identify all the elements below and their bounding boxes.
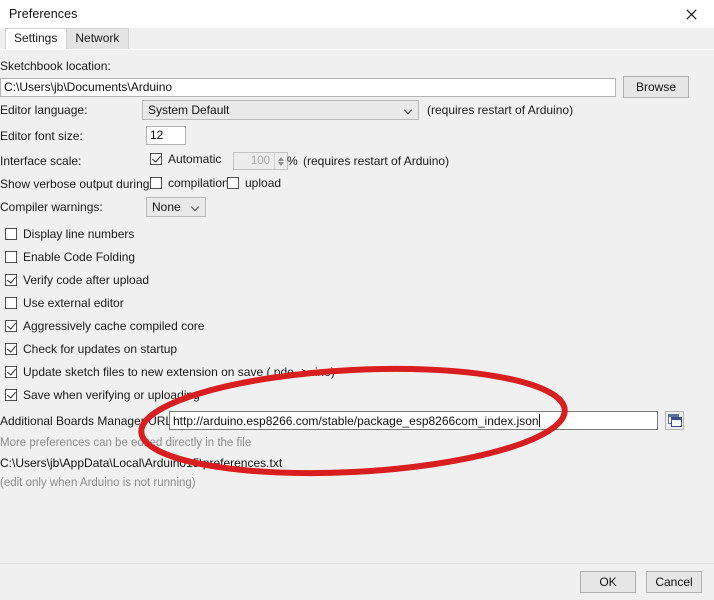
browse-button[interactable]: Browse xyxy=(623,76,689,98)
checkbox-label: Check for updates on startup xyxy=(23,342,178,356)
interface-scale-note-row: (requires restart of Arduino) xyxy=(303,154,449,168)
verbose-upload-checkbox[interactable]: upload xyxy=(227,176,281,190)
checkbox-label: Use external editor xyxy=(23,296,124,310)
interface-scale-stepper[interactable]: 100 xyxy=(233,152,288,170)
compiler-warnings-value: None xyxy=(152,200,181,214)
checkbox-icon xyxy=(5,320,17,332)
verbose-output-label-row: Show verbose output during: xyxy=(0,177,153,191)
verbose-compilation-label: compilation xyxy=(168,176,229,190)
additional-boards-label: Additional Boards Manager URLs: xyxy=(0,414,182,428)
verbose-output-label: Show verbose output during: xyxy=(0,177,153,191)
tab-settings[interactable]: Settings xyxy=(5,28,68,49)
editor-language-note-row: (requires restart of Arduino) xyxy=(427,103,573,117)
interface-scale-automatic-label: Automatic xyxy=(168,152,222,166)
checkbox-label: Aggressively cache compiled core xyxy=(23,319,205,333)
chevron-down-icon xyxy=(192,203,201,212)
window-title: Preferences xyxy=(9,7,78,21)
editor-font-size-label-row: Editor font size: xyxy=(0,129,83,143)
title-bar: Preferences xyxy=(0,0,714,28)
preferences-file-path-row: C:\Users\jb\AppData\Local\Arduino15\pref… xyxy=(0,456,282,470)
cancel-button-label: Cancel xyxy=(655,575,693,589)
checkbox-check-for-updates-on-startup[interactable]: Check for updates on startup xyxy=(5,342,177,356)
checkbox-icon xyxy=(5,297,17,309)
compiler-warnings-select[interactable]: None xyxy=(146,197,206,217)
checkbox-use-external-editor[interactable]: Use external editor xyxy=(5,296,124,310)
tab-network-label: Network xyxy=(75,31,120,45)
ok-button-label: OK xyxy=(599,575,617,589)
ok-button[interactable]: OK xyxy=(580,571,636,593)
checkbox-update-sketch-files-extension[interactable]: Update sketch files to new extension on … xyxy=(5,365,335,379)
settings-panel: Sketchbook location: Browse Editor langu… xyxy=(0,50,714,563)
more-preferences-note-row: More preferences can be edited directly … xyxy=(0,437,251,449)
tab-network[interactable]: Network xyxy=(66,28,130,49)
sketchbook-location-input[interactable] xyxy=(0,78,616,97)
checkbox-save-when-verifying-or-uploading[interactable]: Save when verifying or uploading xyxy=(5,388,200,402)
dialog-footer: OK Cancel xyxy=(0,563,714,600)
additional-boards-urls-value: http://arduino.esp8266.com/stable/packag… xyxy=(173,414,539,428)
checkbox-icon xyxy=(227,177,239,189)
tab-settings-label: Settings xyxy=(14,31,58,45)
checkbox-icon xyxy=(5,366,17,378)
checkbox-label: Save when verifying or uploading xyxy=(23,388,200,402)
editor-font-size-label: Editor font size: xyxy=(0,129,83,143)
editor-font-size-input[interactable] xyxy=(146,126,186,145)
compiler-warnings-label: Compiler warnings: xyxy=(0,200,103,214)
checkbox-label: Display line numbers xyxy=(23,227,135,241)
checkbox-verify-code-after-upload[interactable]: Verify code after upload xyxy=(5,273,149,287)
editor-language-select[interactable]: System Default xyxy=(142,100,419,120)
preferences-file-path: C:\Users\jb\AppData\Local\Arduino15\pref… xyxy=(0,456,283,470)
sketchbook-location-label-row: Sketchbook location: xyxy=(0,59,111,73)
checkbox-label: Update sketch files to new extension on … xyxy=(23,365,335,379)
editor-language-value: System Default xyxy=(148,103,230,117)
editor-language-label-row: Editor language: xyxy=(0,103,87,117)
window-expand-icon[interactable] xyxy=(665,411,684,430)
cancel-button[interactable]: Cancel xyxy=(646,571,702,593)
edit-note: (edit only when Arduino is not running) xyxy=(0,477,196,489)
interface-scale-label: Interface scale: xyxy=(0,154,82,168)
interface-scale-label-row: Interface scale: xyxy=(0,154,81,168)
interface-scale-percent-label: % xyxy=(287,154,298,168)
checkbox-icon xyxy=(5,251,17,263)
checkbox-icon xyxy=(5,343,17,355)
additional-boards-urls-input[interactable]: http://arduino.esp8266.com/stable/packag… xyxy=(169,411,658,430)
checkbox-icon xyxy=(5,228,17,240)
verbose-upload-label: upload xyxy=(245,176,282,190)
additional-boards-label-row: Additional Boards Manager URLs: xyxy=(0,414,181,428)
more-preferences-note: More preferences can be edited directly … xyxy=(0,437,252,449)
text-cursor xyxy=(538,414,540,427)
checkbox-display-line-numbers[interactable]: Display line numbers xyxy=(5,227,134,241)
browse-button-label: Browse xyxy=(635,80,676,94)
editor-language-label: Editor language: xyxy=(0,103,88,117)
interface-scale-automatic-checkbox[interactable]: Automatic xyxy=(150,152,221,166)
interface-scale-note: (requires restart of Arduino) xyxy=(303,154,450,168)
checkbox-icon xyxy=(5,389,17,401)
checkbox-icon xyxy=(150,153,162,165)
checkbox-label: Verify code after upload xyxy=(23,273,150,287)
interface-scale-percent-row: % xyxy=(287,154,298,168)
checkbox-label: Enable Code Folding xyxy=(23,250,136,264)
compiler-warnings-label-row: Compiler warnings: xyxy=(0,200,103,214)
chevron-down-icon xyxy=(405,106,414,115)
checkbox-icon xyxy=(5,274,17,286)
tab-strip: Settings Network xyxy=(0,28,714,50)
verbose-compilation-checkbox[interactable]: compilation xyxy=(150,176,229,190)
checkbox-enable-code-folding[interactable]: Enable Code Folding xyxy=(5,250,135,264)
checkbox-aggressively-cache-compiled-core[interactable]: Aggressively cache compiled core xyxy=(5,319,204,333)
close-icon[interactable] xyxy=(668,0,714,28)
sketchbook-location-label: Sketchbook location: xyxy=(0,59,111,73)
checkbox-icon xyxy=(150,177,162,189)
edit-note-row: (edit only when Arduino is not running) xyxy=(0,477,196,489)
interface-scale-value: 100 xyxy=(250,155,270,167)
stepper-arrows-icon[interactable] xyxy=(274,153,287,169)
preferences-dialog: Preferences Settings Network Sketchbook … xyxy=(0,0,714,600)
editor-language-note: (requires restart of Arduino) xyxy=(427,103,574,117)
